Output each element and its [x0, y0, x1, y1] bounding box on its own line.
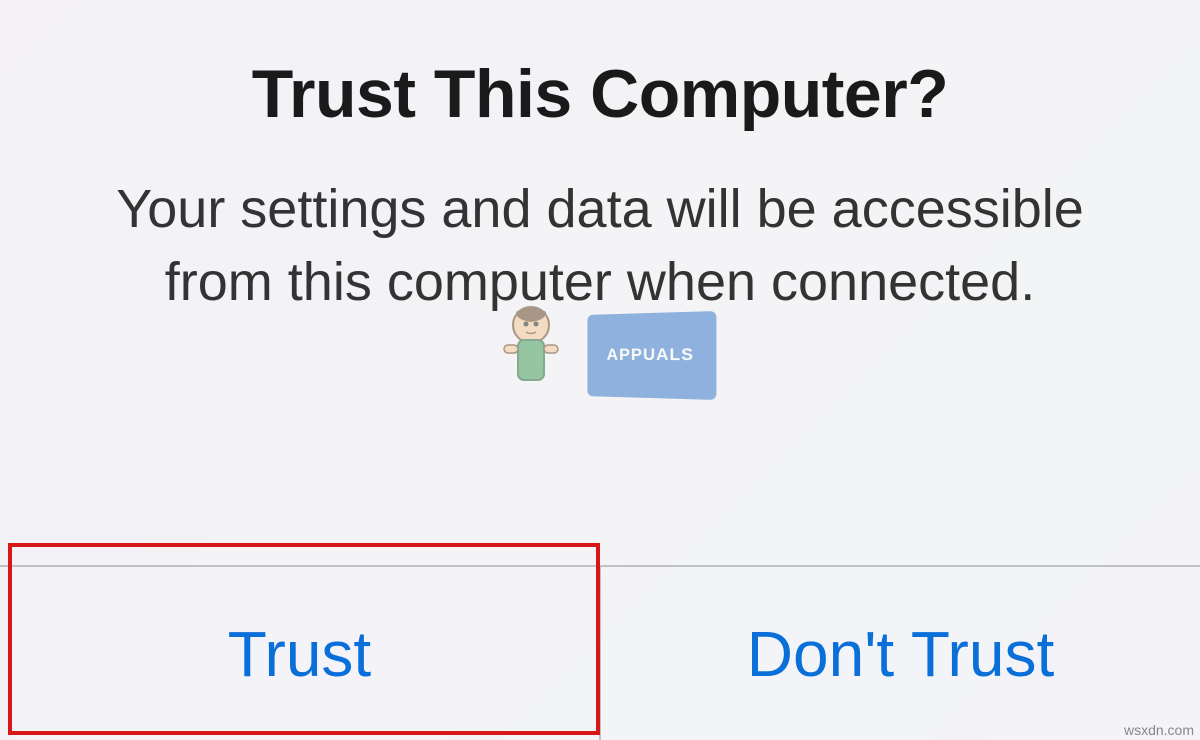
source-label: wsxdn.com — [1124, 722, 1194, 738]
dont-trust-button[interactable]: Don't Trust — [601, 567, 1200, 740]
dialog-content: Trust This Computer? Your settings and d… — [0, 0, 1200, 565]
dialog-button-row: Trust Don't Trust — [0, 565, 1200, 740]
trust-button[interactable]: Trust — [0, 567, 601, 740]
dialog-message: Your settings and data will be accessibl… — [100, 173, 1100, 319]
trust-computer-dialog: Trust This Computer? Your settings and d… — [0, 0, 1200, 740]
dialog-title: Trust This Computer? — [252, 55, 948, 133]
